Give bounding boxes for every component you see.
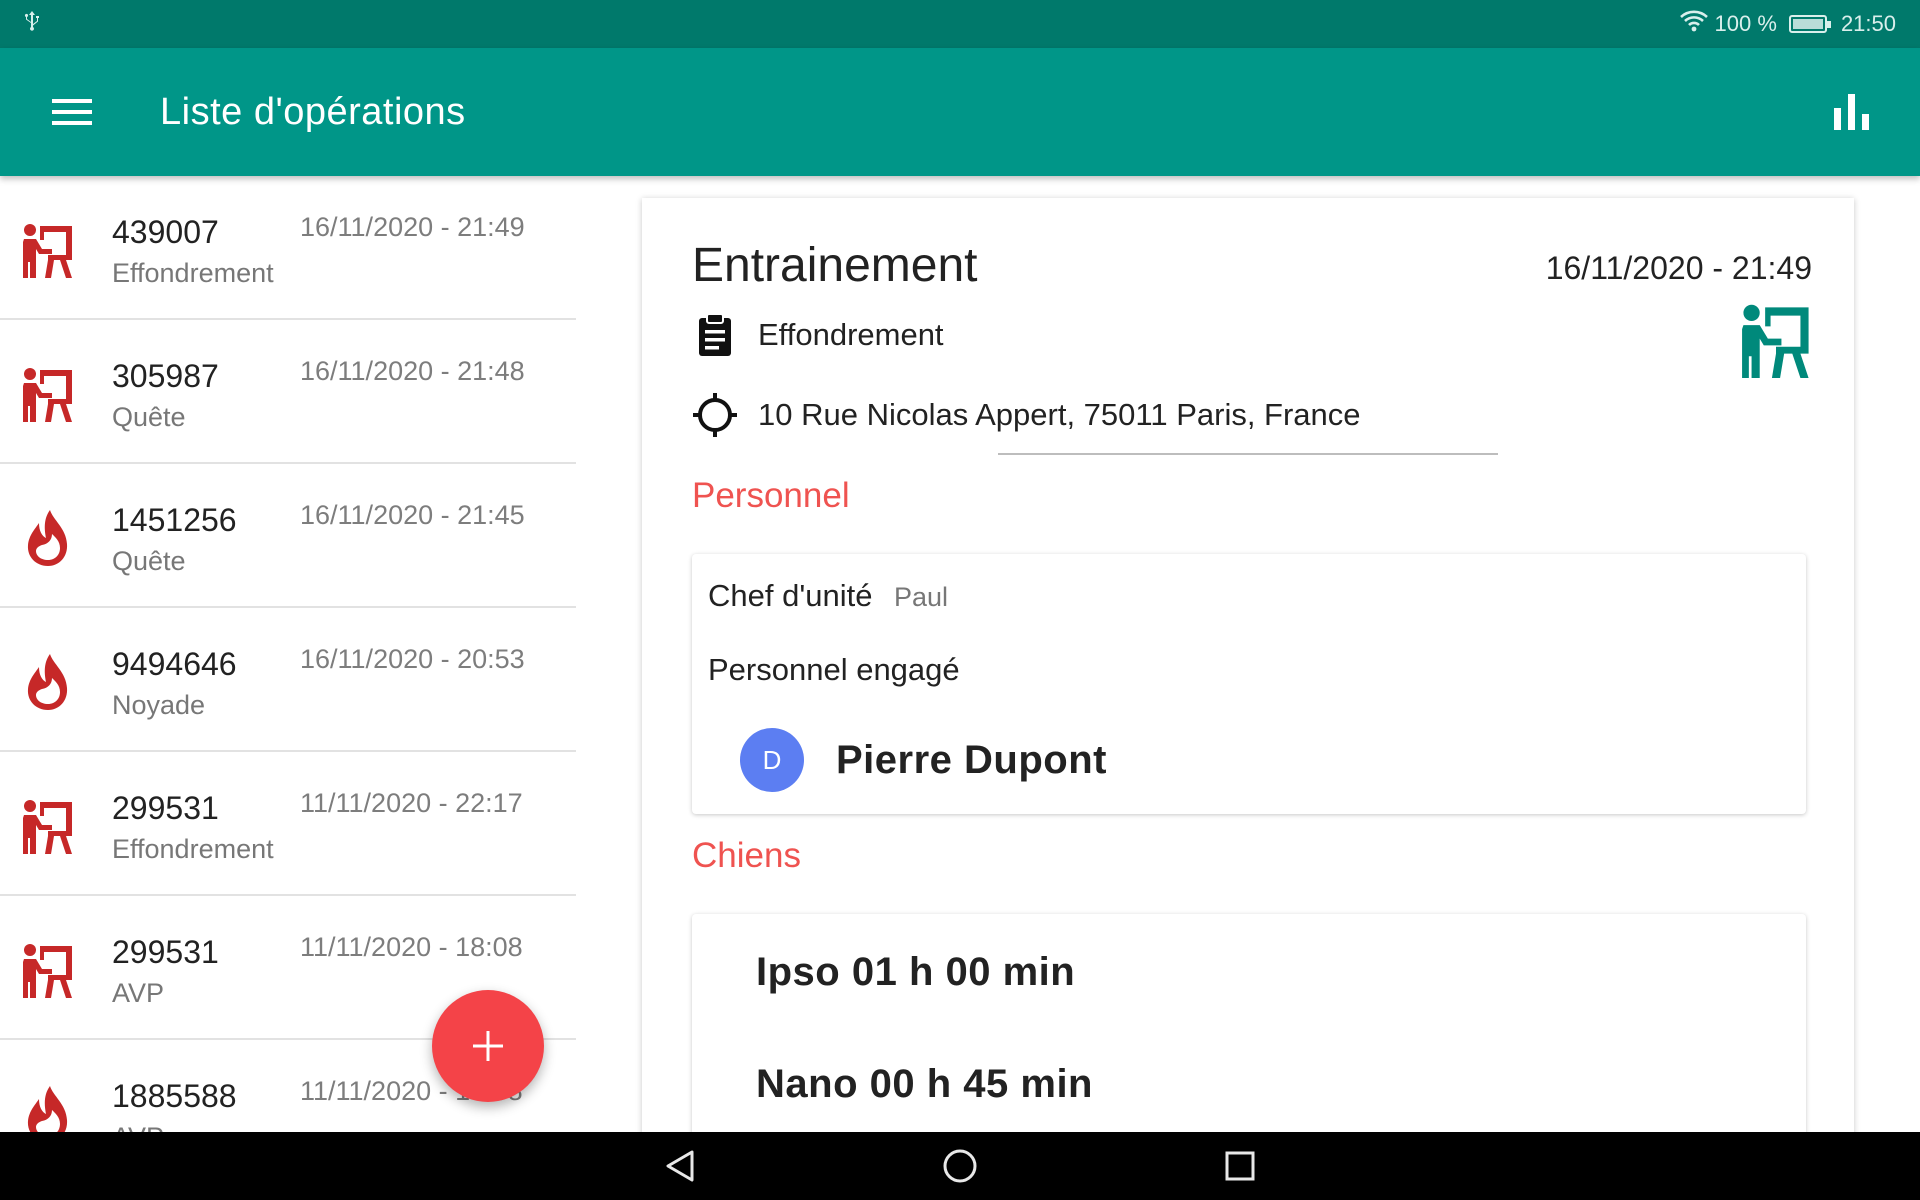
battery-icon <box>1788 15 1831 33</box>
bar-chart-icon <box>1834 94 1869 130</box>
operation-id: 299531 <box>112 934 219 970</box>
page-title: Liste d'opérations <box>160 90 466 133</box>
status-indicators: 100 % 21:50 <box>1679 9 1896 39</box>
operation-id: 305987 <box>112 358 219 394</box>
operation-address-row[interactable]: 10 Rue Nicolas Appert, 75011 Paris, Fran… <box>692 392 1361 438</box>
operation-type: Quête <box>112 546 186 576</box>
wifi-icon <box>1679 9 1709 39</box>
training-icon <box>22 366 74 422</box>
avatar: D <box>740 728 804 792</box>
home-button[interactable] <box>934 1140 986 1192</box>
operation-item[interactable]: 439007 Effondrement 16/11/2020 - 21:49 <box>0 176 576 320</box>
operation-address: 10 Rue Nicolas Appert, 75011 Paris, Fran… <box>758 397 1361 432</box>
recents-square-icon <box>1225 1151 1255 1181</box>
personnel-section-title: Personnel <box>692 476 850 515</box>
avatar-initial: D <box>762 744 782 775</box>
fire-icon <box>22 1086 74 1132</box>
app-bar: Liste d'opérations <box>0 48 1920 176</box>
operation-type: Effondrement <box>112 258 274 288</box>
training-icon <box>22 942 74 998</box>
operation-date: 16/11/2020 - 21:49 <box>1545 250 1812 286</box>
location-target-icon <box>693 393 737 437</box>
operation-date: 16/11/2020 - 21:49 <box>300 212 525 242</box>
training-icon <box>22 798 74 854</box>
personnel-card: Chef d'unité Paul Personnel engagé D Pie… <box>692 554 1806 814</box>
operation-detail-card: Entrainement 16/11/2020 - 21:49 Effondre… <box>642 198 1854 1158</box>
operation-type: AVP <box>112 1122 164 1132</box>
statistics-button[interactable] <box>1816 76 1888 148</box>
operation-category-row: Effondrement <box>692 312 944 358</box>
menu-button[interactable] <box>36 76 108 148</box>
operation-id: 1451256 <box>112 502 237 538</box>
battery-level: 100 % <box>1714 11 1777 36</box>
operation-title: Entrainement <box>692 239 978 292</box>
chef-label: Chef d'unité <box>708 578 873 613</box>
operation-item[interactable]: 1451256 Quête 16/11/2020 - 21:45 <box>0 464 576 608</box>
operation-item[interactable]: 299531 Effondrement 11/11/2020 - 22:17 <box>0 752 576 896</box>
operation-date: 16/11/2020 - 21:48 <box>300 356 525 386</box>
operation-type: Noyade <box>112 690 206 720</box>
operation-date: 16/11/2020 - 21:45 <box>300 500 525 530</box>
engaged-personnel-label: Personnel engagé <box>708 652 960 687</box>
operation-id: 1885588 <box>112 1078 237 1114</box>
back-button[interactable] <box>654 1140 706 1192</box>
address-underline <box>998 453 1498 455</box>
operation-type: Quête <box>112 402 186 432</box>
usb-icon <box>22 10 42 38</box>
operation-type: AVP <box>112 978 165 1008</box>
back-triangle-icon <box>666 1150 694 1182</box>
operation-id: 9494646 <box>112 646 237 682</box>
operation-type: Effondrement <box>112 834 274 864</box>
fire-icon <box>22 654 74 710</box>
operation-category: Effondrement <box>758 317 944 352</box>
plus-icon <box>473 1031 503 1061</box>
operation-item[interactable]: 305987 Quête 16/11/2020 - 21:48 <box>0 320 576 464</box>
clock: 21:50 <box>1840 11 1896 36</box>
system-navigation-bar <box>0 1132 1920 1200</box>
menu-icon <box>52 99 92 125</box>
add-operation-button[interactable] <box>432 990 544 1102</box>
operation-date: 16/11/2020 - 20:53 <box>300 644 525 674</box>
operation-id: 439007 <box>112 214 219 250</box>
dogs-card: Ipso 01 h 00 min Nano 00 h 45 min <box>692 914 1806 1158</box>
operations-list: 439007 Effondrement 16/11/2020 - 21:49 3… <box>0 176 576 1132</box>
home-circle-icon <box>943 1149 977 1183</box>
dog-item: Ipso 01 h 00 min <box>756 950 1076 994</box>
dog-item: Nano 00 h 45 min <box>756 1062 1093 1106</box>
status-bar: 100 % 21:50 <box>0 0 1920 48</box>
engaged-person-name: Pierre Dupont <box>836 738 1107 782</box>
operation-id: 299531 <box>112 790 219 826</box>
clipboard-icon <box>699 313 731 356</box>
fire-icon <box>22 510 74 566</box>
training-icon <box>1740 302 1812 378</box>
operation-date: 11/11/2020 - 18:08 <box>300 932 523 962</box>
training-icon <box>22 222 74 278</box>
recents-button[interactable] <box>1214 1140 1266 1192</box>
operation-date: 11/11/2020 - 22:17 <box>300 788 523 818</box>
operation-item[interactable]: 9494646 Noyade 16/11/2020 - 20:53 <box>0 608 576 752</box>
chef-value: Paul <box>894 582 949 612</box>
dogs-section-title: Chiens <box>692 836 801 875</box>
